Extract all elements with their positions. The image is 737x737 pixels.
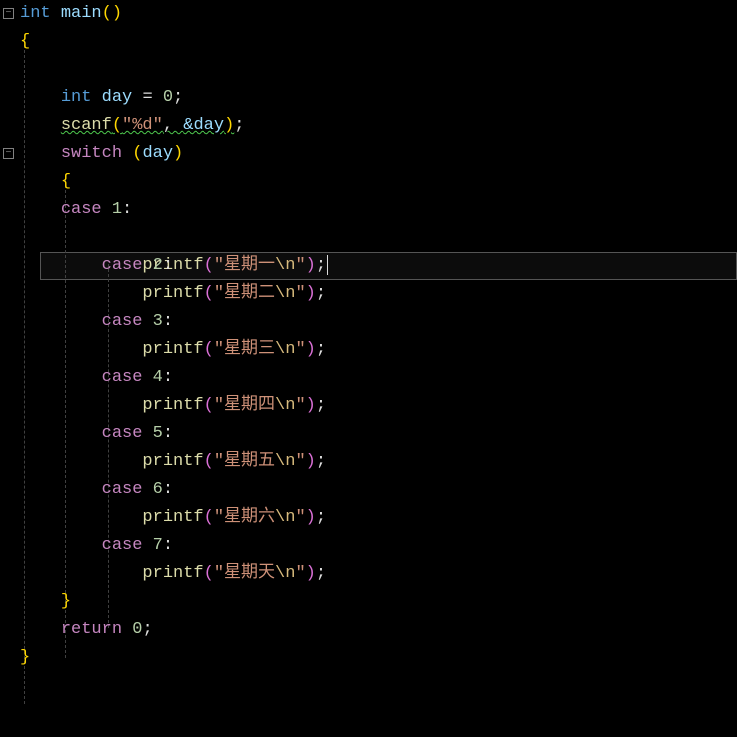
code-line[interactable]: case 2: (20, 252, 737, 280)
case-keyword: case (102, 536, 143, 555)
code-line[interactable] (20, 56, 737, 84)
brace: { (61, 172, 71, 191)
number: 0 (163, 88, 173, 107)
fold-icon[interactable]: − (3, 148, 14, 159)
return-keyword: return (61, 620, 122, 639)
identifier: day (142, 144, 173, 163)
code-line[interactable]: case 3: (20, 308, 737, 336)
code-line[interactable]: printf("星期二\n"); (20, 280, 737, 308)
fold-icon[interactable]: − (3, 8, 14, 19)
string-literal: "%d" (122, 116, 163, 135)
case-keyword: case (102, 312, 143, 331)
code-line[interactable]: } (20, 588, 737, 616)
scanf-call: scanf (61, 116, 112, 135)
code-line[interactable]: { (20, 168, 737, 196)
function-main: main (61, 4, 102, 23)
code-line[interactable]: case 7: (20, 532, 737, 560)
code-line[interactable]: printf("星期五\n"); (20, 448, 737, 476)
printf-call: printf (142, 508, 203, 527)
case-keyword: case (61, 200, 102, 219)
code-line[interactable]: printf("星期四\n"); (20, 392, 737, 420)
printf-call: printf (142, 284, 203, 303)
case-keyword: case (102, 480, 143, 499)
identifier: &day (183, 116, 224, 135)
brace: } (20, 648, 30, 667)
code-line[interactable]: case 5: (20, 420, 737, 448)
paren: ( (102, 4, 112, 23)
code-editor[interactable]: − − int main() { int day = 0; scanf("%d"… (0, 0, 737, 737)
type-keyword: int (20, 4, 51, 23)
case-keyword: case (102, 424, 143, 443)
printf-call: printf (142, 452, 203, 471)
code-line[interactable]: { (20, 28, 737, 56)
code-line[interactable]: } (20, 644, 737, 672)
gutter: − − (0, 0, 20, 737)
code-line[interactable]: case 6: (20, 476, 737, 504)
code-line[interactable]: case 4: (20, 364, 737, 392)
code-line[interactable]: int day = 0; (20, 84, 737, 112)
case-keyword: case (102, 368, 143, 387)
code-line[interactable]: printf("星期三\n"); (20, 336, 737, 364)
code-area[interactable]: int main() { int day = 0; scanf("%d", &d… (20, 0, 737, 737)
code-line[interactable]: case 1: (20, 196, 737, 224)
type-keyword: int (61, 88, 92, 107)
code-line[interactable]: printf("星期六\n"); (20, 504, 737, 532)
code-line[interactable]: scanf("%d", &day); (20, 112, 737, 140)
identifier: day (102, 88, 133, 107)
printf-call: printf (142, 396, 203, 415)
brace: } (61, 592, 71, 611)
code-line[interactable]: return 0; (20, 616, 737, 644)
code-line[interactable]: switch (day) (20, 140, 737, 168)
paren: ) (112, 4, 122, 23)
brace: { (20, 32, 30, 51)
printf-call: printf (142, 564, 203, 583)
printf-call: printf (142, 340, 203, 359)
code-line[interactable]: printf("星期天\n"); (20, 560, 737, 588)
code-line[interactable]: int main() (20, 0, 737, 28)
switch-keyword: switch (61, 144, 122, 163)
code-line[interactable] (20, 224, 737, 252)
case-keyword: case (102, 256, 143, 275)
